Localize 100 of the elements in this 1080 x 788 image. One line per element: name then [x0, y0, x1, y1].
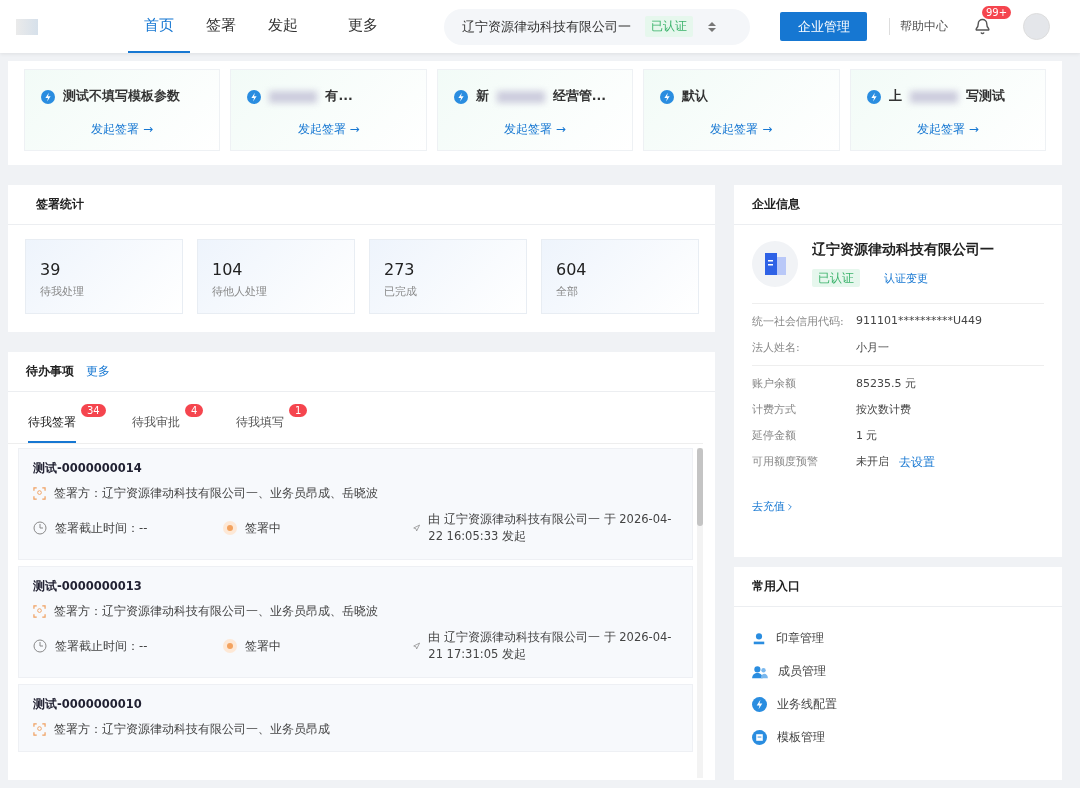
lightning-icon — [247, 89, 262, 104]
panel-title: 签署统计 — [36, 196, 84, 213]
field-label: 账户余额 — [752, 376, 797, 391]
lightning-icon — [41, 89, 55, 104]
field-value: 1 元 — [856, 428, 878, 443]
shortcut-link[interactable]: 模板管理 — [752, 730, 1044, 745]
start-signing-link[interactable]: 发起签署 → — [41, 121, 204, 138]
company-selector[interactable]: 辽宁资源律动科技有限公司一 已认证 — [444, 8, 750, 45]
signers-text: 签署方：辽宁资源律动科技有限公司一、业务员昂成、岳晓波 — [54, 604, 378, 619]
field-label: 可用额度预警 — [752, 454, 819, 470]
document-icon — [752, 730, 767, 745]
face-scan-icon — [33, 487, 46, 500]
stat-label: 待我处理 — [40, 285, 85, 299]
stamp-icon — [752, 631, 766, 646]
template-title: 写测试 — [965, 88, 1005, 105]
panel-title: 待办事项 — [26, 363, 74, 380]
stat-card[interactable]: 39 待我处理 — [25, 239, 183, 314]
shortcut-link[interactable]: 业务线配置 — [752, 697, 1044, 712]
todo-item[interactable]: 测试-0000000014 签署方：辽宁资源律动科技有限公司一、业务员昂成、岳晓波 签署截止时间：-- 签署中 由 辽宁资源律动科技有限公司一 于 2026-04-22 16:05:33 发起 — [18, 448, 693, 560]
field-value: 85235.5 元 — [856, 376, 916, 391]
deadline-text: 签署截止时间：-- — [55, 638, 148, 654]
field-value: 未开启 — [856, 454, 889, 470]
nav-tab[interactable]: 签署 — [190, 0, 252, 53]
status-icon — [223, 639, 237, 653]
template-title: 默认 — [682, 88, 709, 105]
enterprise-manage-button[interactable]: 企业管理 — [780, 12, 867, 41]
stat-label: 已完成 — [384, 285, 418, 299]
panel-title: 常用入口 — [752, 578, 800, 595]
count-badge: 4 — [185, 404, 204, 417]
company-name: 辽宁资源律动科技有限公司一 — [812, 241, 994, 259]
field-value: 911101**********U449 — [856, 314, 983, 329]
template-title: 上 — [888, 88, 902, 105]
stat-value: 604 — [556, 260, 588, 279]
face-scan-icon — [33, 605, 46, 618]
avatar[interactable] — [1023, 13, 1050, 40]
verified-badge: 已认证 — [812, 269, 860, 287]
todo-item[interactable]: 测试-0000000013 签署方：辽宁资源律动科技有限公司一、业务员昂成、岳晓波 签署截止时间：-- 签署中 由 辽宁资源律动科技有限公司一 于 2026-04-21 17:31:05 发起 — [18, 566, 693, 678]
change-verification-link[interactable]: 认证变更 — [884, 272, 928, 285]
stat-label: 全部 — [556, 285, 579, 299]
verified-badge: 已认证 — [645, 16, 693, 37]
shortcut-link[interactable]: 成员管理 — [752, 664, 1044, 679]
stat-value: 273 — [384, 260, 416, 279]
document-title: 测试-0000000010 — [33, 697, 143, 712]
blurred-text — [496, 90, 545, 103]
field-label: 统一社会信用代码: — [752, 314, 845, 329]
field-label: 法人姓名: — [752, 340, 801, 355]
notification-badge: 99+ — [982, 6, 1012, 19]
start-signing-link[interactable]: 发起签署 → — [453, 121, 617, 138]
lightning-icon — [866, 89, 881, 104]
stat-label: 待他人处理 — [212, 285, 268, 299]
more-link[interactable]: 更多 — [86, 363, 110, 380]
stat-value: 39 — [40, 260, 62, 279]
template-title: 有... — [325, 88, 353, 105]
field-value: 小月一 — [856, 340, 889, 355]
start-signing-link[interactable]: 发起签署 → — [866, 121, 1029, 138]
clock-icon — [33, 639, 47, 653]
initiator-text: 由 辽宁资源律动科技有限公司一 于 2026-04-21 17:31:05 发起 — [428, 629, 673, 663]
send-icon — [413, 523, 421, 533]
clock-icon — [33, 521, 47, 535]
shortcut-link[interactable]: 印章管理 — [752, 631, 1044, 646]
send-icon — [413, 641, 421, 651]
lightning-icon — [752, 697, 767, 712]
status-text: 签署中 — [245, 520, 281, 536]
count-badge: 1 — [289, 404, 308, 417]
recharge-link[interactable]: 去充值 — [752, 499, 795, 514]
stat-card[interactable]: 273 已完成 — [369, 239, 527, 314]
scrollbar[interactable] — [697, 448, 703, 778]
start-signing-link[interactable]: 发起签署 → — [660, 121, 823, 138]
bell-icon[interactable] — [974, 18, 991, 35]
template-title: 经营管... — [552, 88, 607, 105]
todo-item[interactable]: 测试-0000000010 签署方：辽宁资源律动科技有限公司一、业务员昂成 — [18, 684, 693, 752]
field-value: 按次数计费 — [856, 402, 911, 417]
logo — [16, 18, 38, 35]
chevron-right-icon — [785, 501, 795, 512]
status-icon — [223, 521, 237, 535]
deadline-text: 签署截止时间：-- — [55, 520, 148, 536]
panel-title: 企业信息 — [752, 196, 800, 213]
nav-tab[interactable]: 更多 — [332, 0, 394, 53]
stat-card[interactable]: 604 全部 — [541, 239, 699, 314]
signers-text: 签署方：辽宁资源律动科技有限公司一、业务员昂成、岳晓波 — [54, 486, 378, 501]
blurred-text — [909, 90, 958, 103]
template-title: 新 — [475, 88, 489, 105]
face-scan-icon — [33, 723, 46, 736]
field-label: 计费方式 — [752, 402, 797, 417]
stat-card[interactable]: 104 待他人处理 — [197, 239, 355, 314]
lightning-icon — [660, 89, 675, 104]
field-label: 延停金额 — [752, 428, 797, 443]
help-center-link[interactable]: 帮助中心 — [889, 18, 948, 35]
building-icon — [752, 241, 798, 287]
nav-tab[interactable]: 发起 — [252, 0, 314, 53]
people-icon — [752, 664, 768, 679]
lightning-icon — [453, 89, 468, 104]
start-signing-link[interactable]: 发起签署 → — [247, 121, 410, 138]
template-title: 测试不填写模板参数 — [63, 88, 180, 105]
settings-link[interactable]: 去设置 — [899, 454, 935, 471]
sort-icon — [707, 20, 717, 33]
nav-tab[interactable]: 首页 — [128, 0, 190, 53]
document-title: 测试-0000000014 — [33, 461, 143, 476]
document-title: 测试-0000000013 — [33, 579, 143, 594]
signers-text: 签署方：辽宁资源律动科技有限公司一、业务员昂成 — [54, 722, 330, 737]
